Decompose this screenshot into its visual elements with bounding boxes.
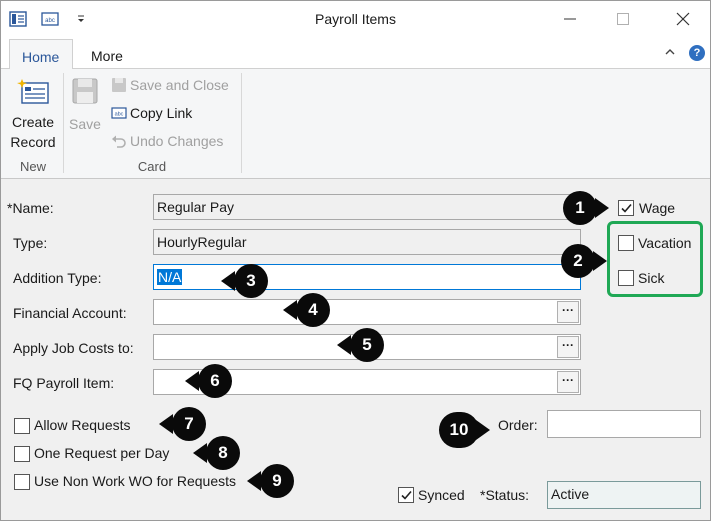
callout-pointer-8 [193, 443, 207, 463]
allow-requests-label: Allow Requests [34, 417, 131, 433]
callout-pointer-10 [476, 420, 490, 440]
addition-type-selected-text: N/A [157, 269, 183, 285]
copy-link-label: Copy Link [130, 105, 193, 121]
floppy-disk-icon [72, 78, 98, 104]
callout-pointer-3 [221, 271, 235, 291]
synced-label: Synced [418, 487, 465, 503]
order-label: Order: [498, 417, 538, 433]
create-record-icon [17, 79, 49, 104]
name-label: *Name: [7, 200, 54, 216]
copy-link-button[interactable]: abc Copy Link [111, 103, 192, 125]
callout-badge-5: 5 [350, 328, 384, 362]
ribbon-tab-row: Home More ? [1, 37, 710, 70]
chevron-up-icon[interactable] [664, 47, 676, 57]
checkmark-icon [621, 203, 632, 213]
maximize-icon[interactable] [613, 9, 633, 29]
group-label-new: New [19, 159, 46, 174]
addition-type-field[interactable]: N/A [153, 264, 581, 290]
non-work-wo-checkbox[interactable] [14, 474, 30, 490]
apply-job-costs-lookup-button[interactable]: ··· [557, 336, 579, 358]
allow-requests-checkbox[interactable] [14, 418, 30, 434]
type-label: Type: [13, 235, 48, 251]
save-label: Save [69, 116, 101, 132]
callout-pointer-2 [593, 251, 607, 271]
callout-badge-7: 7 [172, 407, 206, 441]
financial-account-lookup-button[interactable]: ··· [557, 301, 579, 323]
minimize-icon[interactable] [560, 9, 580, 29]
save-close-icon [112, 78, 126, 92]
window-title: Payroll Items [315, 11, 396, 27]
callout-badge-1: 1 [563, 191, 597, 225]
callout-pointer-5 [337, 335, 351, 355]
fq-payroll-item-lookup-button[interactable]: ··· [557, 371, 579, 393]
callout-badge-2: 2 [561, 244, 595, 278]
callout-badge-10: 10 [439, 412, 479, 448]
create-record-button[interactable]: Create Record [7, 77, 59, 152]
status-label: *Status: [480, 487, 530, 503]
financial-account-field[interactable]: ··· [153, 299, 581, 325]
type-field[interactable]: HourlyRegular [153, 229, 581, 255]
one-request-per-day-label: One Request per Day [34, 445, 170, 461]
undo-icon [112, 135, 126, 148]
sick-label: Sick [638, 270, 665, 286]
sick-checkbox[interactable] [618, 270, 634, 286]
callout-badge-4: 4 [296, 293, 330, 327]
wage-label: Wage [639, 200, 676, 216]
ribbon-group-divider [63, 73, 64, 173]
copy-link-icon: abc [111, 107, 127, 119]
financial-account-label: Financial Account: [13, 305, 127, 321]
help-icon[interactable]: ? [689, 45, 705, 61]
save-and-close-label: Save and Close [130, 77, 229, 93]
callout-pointer-7 [159, 414, 173, 434]
one-request-per-day-checkbox[interactable] [14, 446, 30, 462]
callout-badge-6: 6 [198, 364, 232, 398]
synced-checkbox[interactable] [398, 487, 414, 503]
ribbon-group-divider [241, 73, 242, 173]
create-record-label-line1: Create [11, 114, 55, 130]
payroll-items-window: abc Payroll Items Home More ? Create Rec… [0, 0, 711, 521]
vacation-label: Vacation [638, 235, 692, 251]
order-field[interactable] [547, 410, 701, 438]
callout-badge-9: 9 [260, 464, 294, 498]
apply-job-costs-label: Apply Job Costs to: [13, 340, 134, 356]
callout-pointer-6 [185, 371, 199, 391]
callout-pointer-1 [595, 198, 609, 218]
fq-payroll-item-label: FQ Payroll Item: [13, 375, 115, 391]
callout-pointer-4 [283, 300, 297, 320]
payroll-item-form: *Name: Regular Pay Type: HourlyRegular A… [1, 180, 710, 520]
callout-badge-3: 3 [234, 264, 268, 298]
undo-changes-button[interactable]: Undo Changes [111, 131, 223, 153]
ribbon: Create Record New Save Save and Close ab… [1, 69, 710, 179]
wage-checkbox[interactable] [618, 200, 634, 216]
name-field[interactable]: Regular Pay [153, 194, 581, 220]
callout-pointer-9 [247, 471, 261, 491]
close-icon[interactable] [673, 9, 693, 29]
tab-home[interactable]: Home [9, 39, 73, 70]
undo-changes-label: Undo Changes [130, 133, 224, 149]
group-label-card: Card [137, 159, 167, 174]
title-bar: abc Payroll Items [1, 1, 710, 37]
status-field[interactable]: Active [547, 481, 701, 509]
tab-more[interactable]: More [79, 39, 135, 70]
non-work-wo-label: Use Non Work WO for Requests [34, 473, 237, 489]
save-and-close-button[interactable]: Save and Close [111, 75, 229, 97]
checkmark-icon [401, 490, 412, 500]
vacation-checkbox[interactable] [618, 235, 634, 251]
save-button[interactable]: Save [67, 75, 103, 134]
callout-badge-8: 8 [206, 436, 240, 470]
addition-type-label: Addition Type: [13, 270, 102, 286]
create-record-label-line2: Record [10, 134, 56, 150]
svg-text:abc: abc [115, 112, 124, 118]
